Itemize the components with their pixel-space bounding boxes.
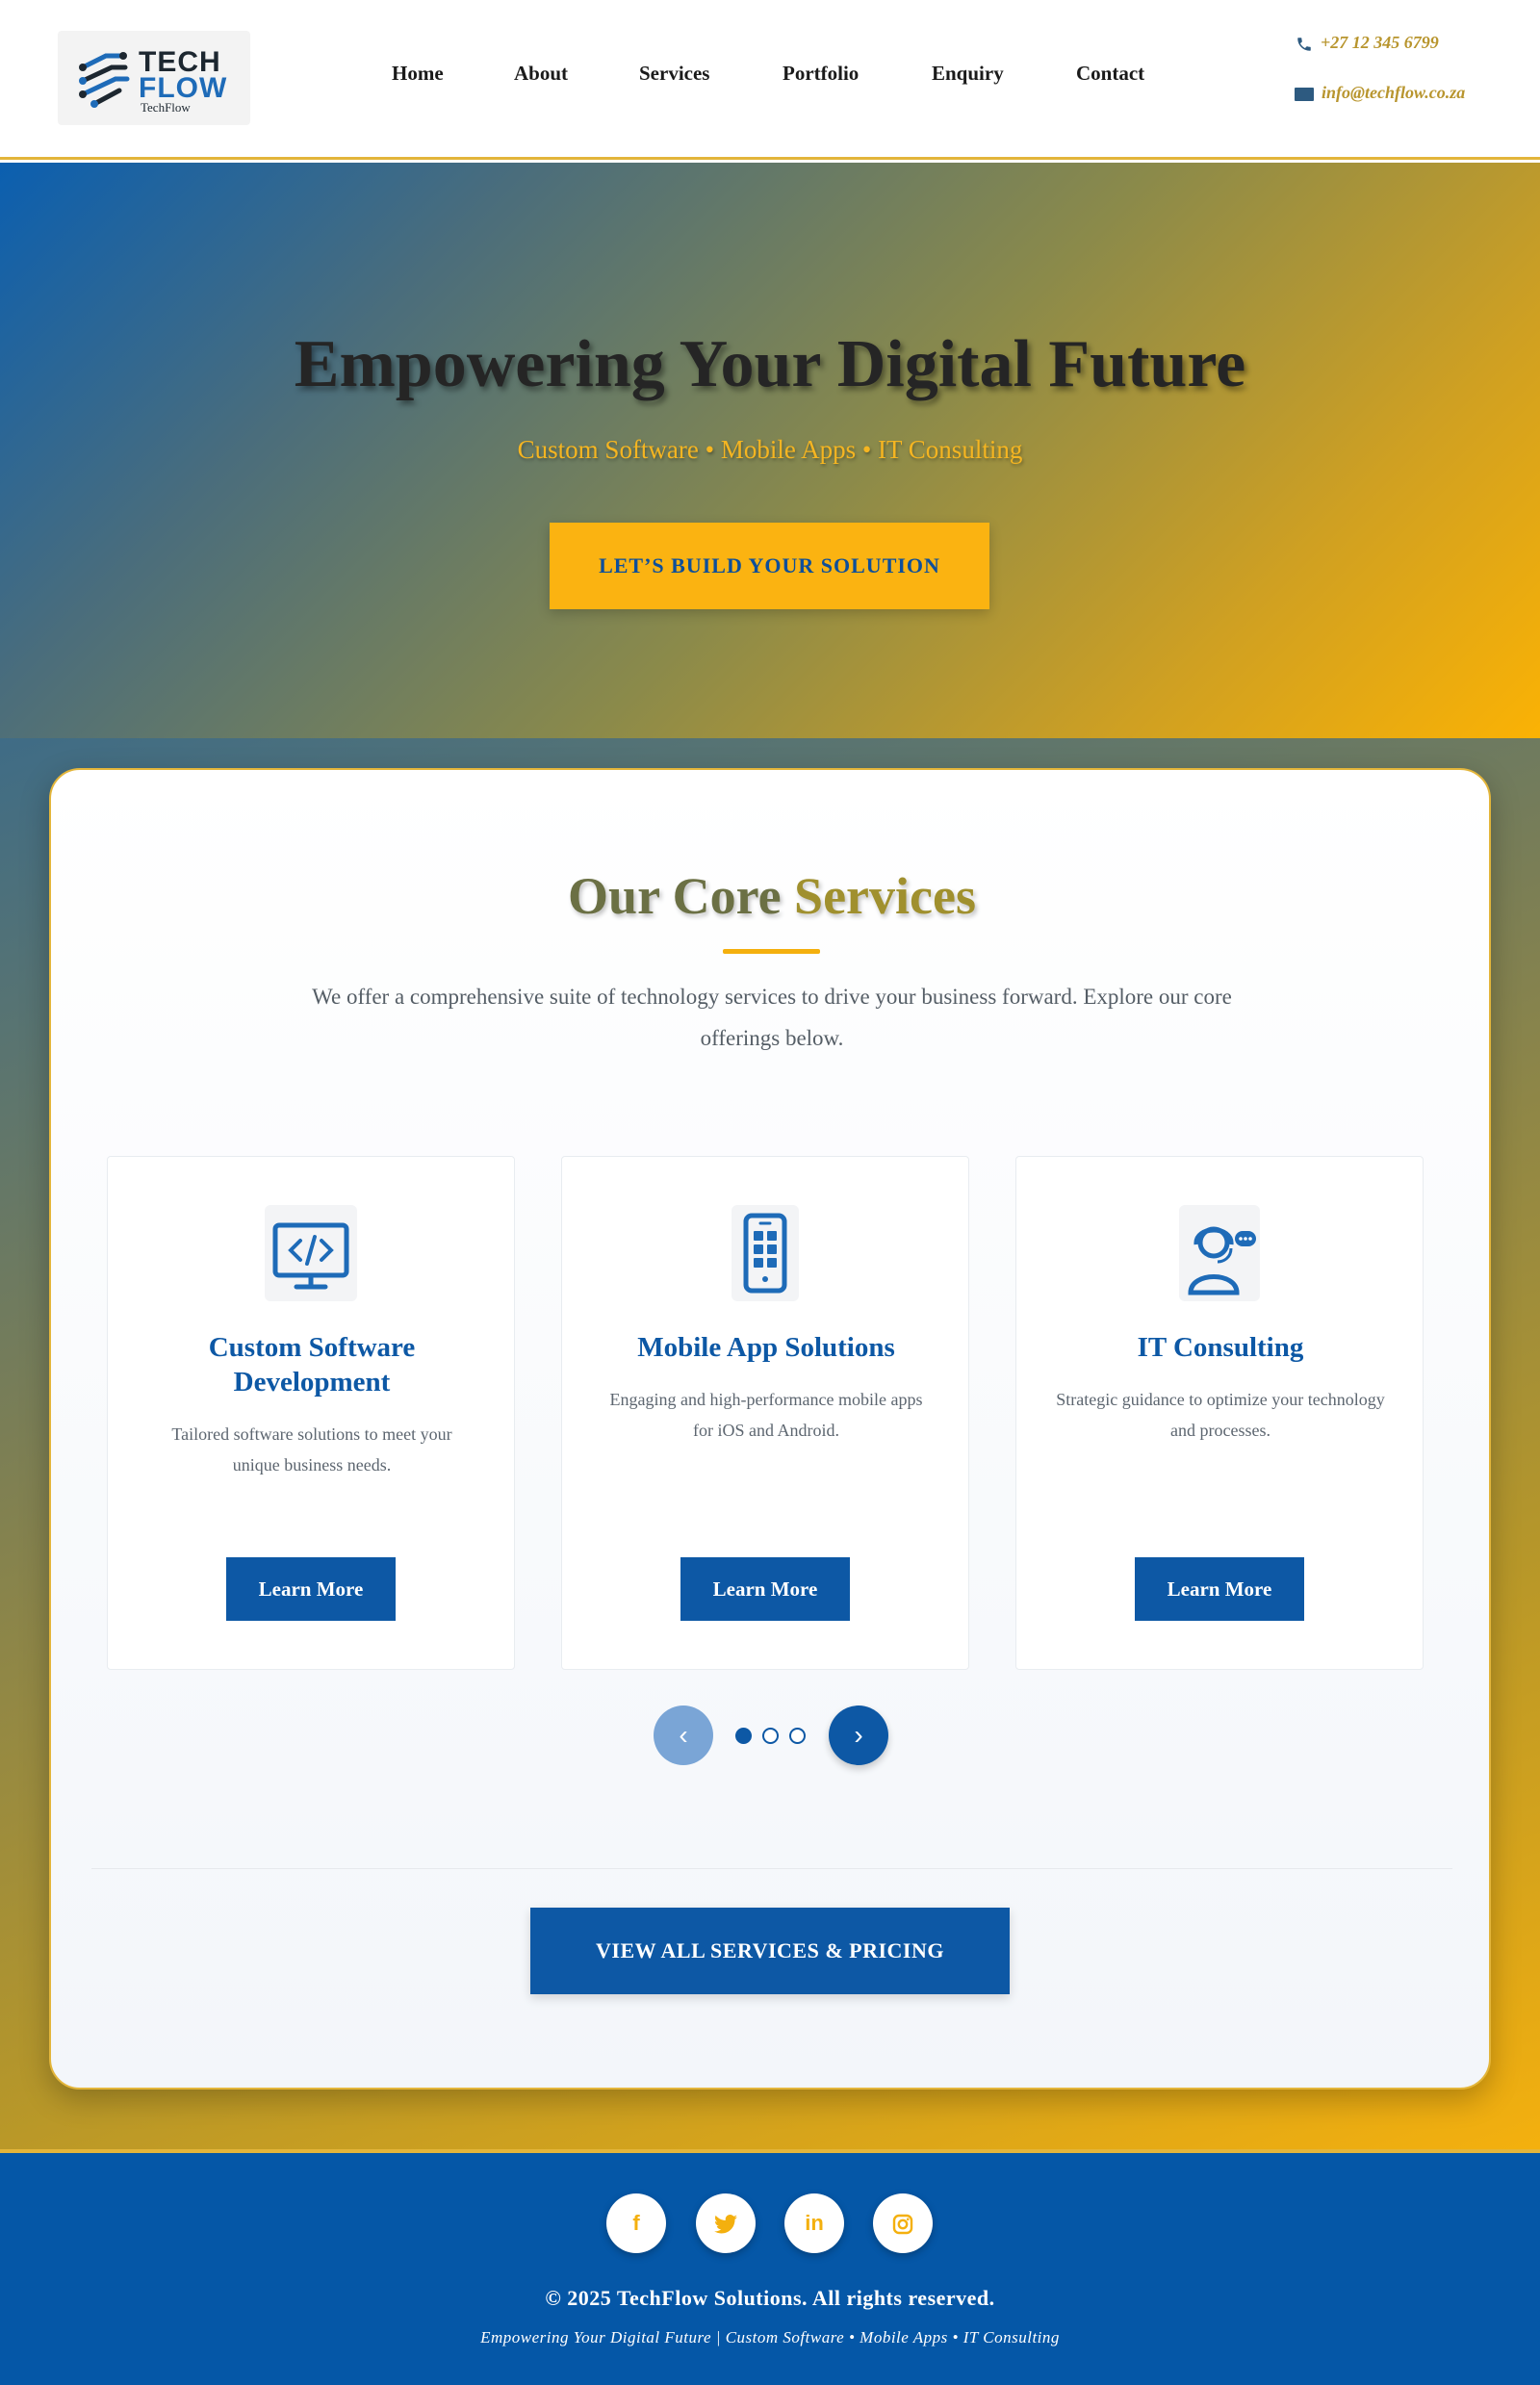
copyright: © 2025 TechFlow Solutions. All rights re… <box>545 2286 995 2310</box>
learn-more-button[interactable]: Learn More <box>226 1557 396 1621</box>
facebook-icon[interactable]: f <box>606 2193 666 2253</box>
phone-icon <box>1297 38 1311 51</box>
carousel-dot[interactable] <box>735 1728 752 1744</box>
service-title: Mobile App Solutions <box>637 1332 895 1363</box>
service-title: Custom Software Development <box>208 1332 416 1398</box>
mobile-phone-icon <box>732 1205 799 1301</box>
services-description: We offer a comprehensive suite of techno… <box>312 985 1232 1050</box>
footer-tagline: Empowering Your Digital Future | Custom … <box>480 2328 1060 2347</box>
learn-more-button[interactable]: Learn More <box>1135 1557 1304 1621</box>
envelope-icon <box>1295 87 1314 101</box>
title-underline <box>723 949 820 954</box>
learn-more-button[interactable]: Learn More <box>680 1557 850 1621</box>
site-footer: f in © 2025 TechFlow Solutions. All righ… <box>0 2149 1540 2385</box>
services-title: Our Core Services <box>51 866 1493 926</box>
nav-portfolio[interactable]: Portfolio <box>783 62 859 86</box>
hero-subtitle: Custom Software • Mobile Apps • IT Consu… <box>517 435 1023 464</box>
services-title-part2: Services <box>794 867 976 925</box>
carousel-prev-button[interactable]: ‹ <box>654 1705 713 1765</box>
carousel-next-button[interactable]: › <box>829 1705 888 1765</box>
logo[interactable]: TECH FLOW TechFlow <box>58 31 250 125</box>
service-card-mobile: Mobile App Solutions Engaging and high-p… <box>561 1156 969 1670</box>
carousel-dot[interactable] <box>789 1728 806 1744</box>
twitter-icon[interactable] <box>696 2193 756 2253</box>
hero-title: Empowering Your Digital Future <box>294 327 1246 401</box>
service-text: Engaging and high-performance mobile app… <box>609 1390 923 1440</box>
linkedin-icon[interactable]: in <box>784 2193 844 2253</box>
support-agent-icon <box>1179 1205 1260 1301</box>
nav-services[interactable]: Services <box>639 62 709 86</box>
nav-about[interactable]: About <box>514 62 568 86</box>
site-header: TECH FLOW TechFlow Home About Services P… <box>0 0 1540 160</box>
instagram-icon[interactable] <box>873 2193 933 2253</box>
services-title-part1: Our Core <box>568 867 795 925</box>
nav-enquiry[interactable]: Enquiry <box>932 62 1004 86</box>
service-text: Strategic guidance to optimize your tech… <box>1056 1390 1385 1440</box>
service-title: IT Consulting <box>1137 1332 1304 1363</box>
contact-email[interactable]: info@techflow.co.za <box>1295 83 1465 103</box>
contact-phone[interactable]: +27 12 345 6799 <box>1296 33 1439 53</box>
nav-contact[interactable]: Contact <box>1076 62 1144 86</box>
carousel-dot[interactable] <box>762 1728 779 1744</box>
phone-text: +27 12 345 6799 <box>1321 33 1439 52</box>
circuit-logo-icon <box>79 52 130 108</box>
nav-home[interactable]: Home <box>392 62 444 86</box>
logo-subtext: TechFlow <box>141 100 191 115</box>
build-solution-button[interactable]: LET’S BUILD YOUR SOLUTION <box>550 523 989 609</box>
service-card-software: Custom Software Development Tailored sof… <box>107 1156 515 1670</box>
services-card: Our Core Services We offer a comprehensi… <box>49 768 1491 2090</box>
hero-section: Empowering Your Digital Future Custom So… <box>0 163 1540 738</box>
service-text: Tailored software solutions to meet your… <box>171 1424 452 1475</box>
view-all-services-button[interactable]: VIEW ALL SERVICES & PRICING <box>530 1908 1010 1994</box>
service-card-consulting: IT Consulting Strategic guidance to opti… <box>1015 1156 1424 1670</box>
email-text: info@techflow.co.za <box>1322 83 1466 102</box>
code-monitor-icon <box>265 1205 357 1301</box>
divider <box>91 1868 1452 1869</box>
